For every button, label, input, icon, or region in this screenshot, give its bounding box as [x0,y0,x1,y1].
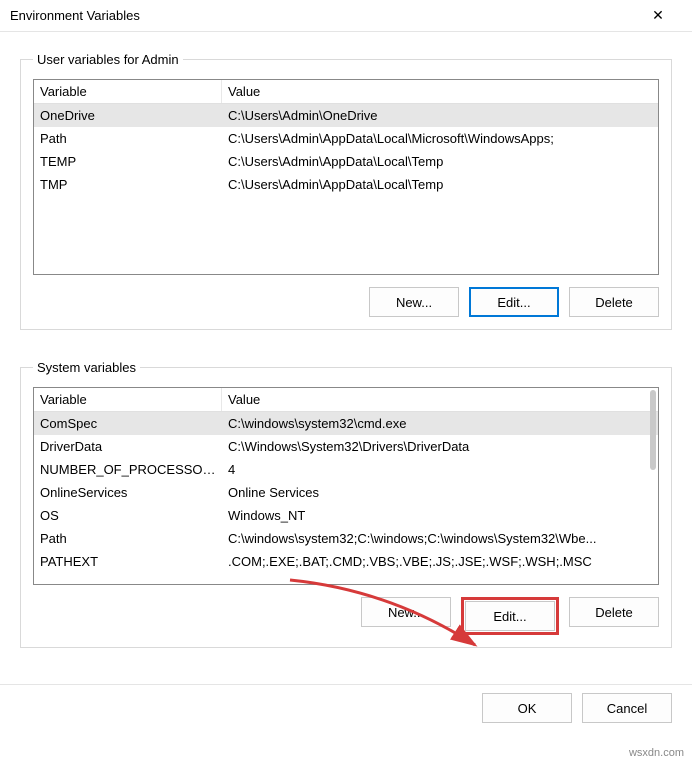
system-new-button[interactable]: New... [361,597,451,627]
user-edit-button[interactable]: Edit... [469,287,559,317]
system-row-variable: PATHEXT [34,550,222,573]
user-row-value: C:\Users\Admin\AppData\Local\Temp [222,173,658,196]
watermark-text: wsxdn.com [629,747,684,759]
ok-button[interactable]: OK [482,693,572,723]
highlight-annotation: Edit... [461,597,559,635]
system-variables-group: System variables Variable Value ComSpecC… [20,360,672,648]
titlebar: Environment Variables ✕ [0,0,692,32]
system-col-value[interactable]: Value [222,388,658,411]
scrollbar-thumb[interactable] [650,390,656,470]
user-variables-group: User variables for Admin Variable Value … [20,52,672,330]
system-row-variable: OnlineServices [34,481,222,504]
system-row-variable: ComSpec [34,412,222,435]
system-row-value: C:\windows\system32\cmd.exe [222,412,658,435]
system-delete-button[interactable]: Delete [569,597,659,627]
user-row[interactable]: PathC:\Users\Admin\AppData\Local\Microso… [34,127,658,150]
cancel-button[interactable]: Cancel [582,693,672,723]
user-row-value: C:\Users\Admin\AppData\Local\Microsoft\W… [222,127,658,150]
user-variables-legend: User variables for Admin [33,52,183,67]
system-list-header: Variable Value [34,388,658,412]
system-col-variable[interactable]: Variable [34,388,222,411]
system-variables-list[interactable]: Variable Value ComSpecC:\windows\system3… [33,387,659,585]
system-row-value: Windows_NT [222,504,658,527]
system-row-variable: NUMBER_OF_PROCESSORS [34,458,222,481]
user-col-variable[interactable]: Variable [34,80,222,103]
system-row-value: Online Services [222,481,658,504]
user-new-button[interactable]: New... [369,287,459,317]
user-list-header: Variable Value [34,80,658,104]
system-row[interactable]: ComSpecC:\windows\system32\cmd.exe [34,412,658,435]
system-row-value: C:\Windows\System32\Drivers\DriverData [222,435,658,458]
system-edit-button[interactable]: Edit... [465,601,555,631]
user-row[interactable]: OneDriveC:\Users\Admin\OneDrive [34,104,658,127]
system-row[interactable]: NUMBER_OF_PROCESSORS4 [34,458,658,481]
system-row[interactable]: PATHEXT.COM;.EXE;.BAT;.CMD;.VBS;.VBE;.JS… [34,550,658,573]
dialog-body: User variables for Admin Variable Value … [0,32,692,676]
user-buttons-row: New... Edit... Delete [33,287,659,317]
system-variables-legend: System variables [33,360,140,375]
user-col-value[interactable]: Value [222,80,658,103]
system-row-value: 4 [222,458,658,481]
user-row-variable: TMP [34,173,222,196]
system-buttons-row: New... Edit... Delete [33,597,659,635]
system-row[interactable]: DriverDataC:\Windows\System32\Drivers\Dr… [34,435,658,458]
user-row[interactable]: TEMPC:\Users\Admin\AppData\Local\Temp [34,150,658,173]
user-row-variable: TEMP [34,150,222,173]
user-row-value: C:\Users\Admin\AppData\Local\Temp [222,150,658,173]
user-row[interactable]: TMPC:\Users\Admin\AppData\Local\Temp [34,173,658,196]
window-title: Environment Variables [10,8,140,23]
user-variables-list[interactable]: Variable Value OneDriveC:\Users\Admin\On… [33,79,659,275]
close-icon: ✕ [652,7,664,24]
system-row[interactable]: OnlineServicesOnline Services [34,481,658,504]
user-row-value: C:\Users\Admin\OneDrive [222,104,658,127]
close-button[interactable]: ✕ [636,1,680,31]
system-row-value: .COM;.EXE;.BAT;.CMD;.VBS;.VBE;.JS;.JSE;.… [222,550,658,573]
user-row-variable: Path [34,127,222,150]
user-delete-button[interactable]: Delete [569,287,659,317]
system-row[interactable]: PathC:\windows\system32;C:\windows;C:\wi… [34,527,658,550]
system-row-variable: Path [34,527,222,550]
dialog-buttons-row: OK Cancel [0,684,692,737]
user-row-variable: OneDrive [34,104,222,127]
system-row-variable: DriverData [34,435,222,458]
system-row-variable: OS [34,504,222,527]
system-row[interactable]: OSWindows_NT [34,504,658,527]
system-row-value: C:\windows\system32;C:\windows;C:\window… [222,527,658,550]
